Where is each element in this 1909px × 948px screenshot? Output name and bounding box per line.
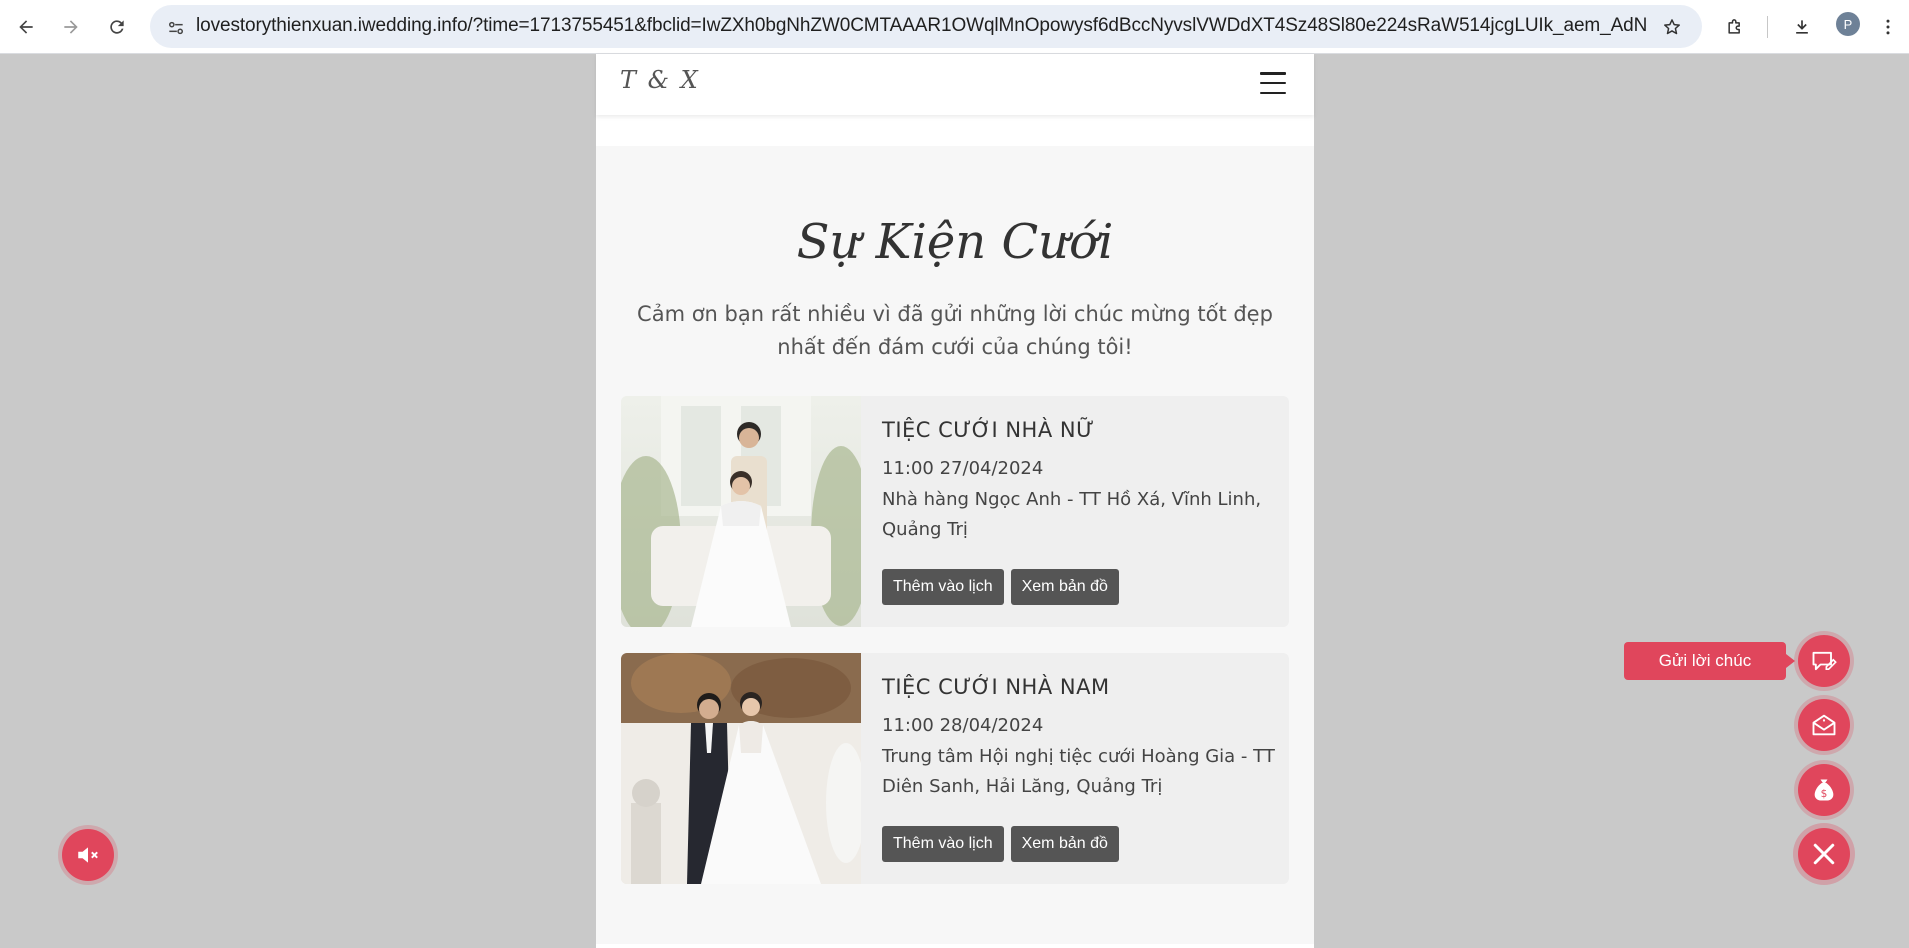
profile-avatar[interactable]: P [1836,12,1860,36]
download-icon[interactable] [1786,11,1818,43]
event-title: TIỆC CƯỚI NHÀ NAM [882,675,1110,699]
forward-icon[interactable] [55,11,87,43]
event-actions: Thêm vào lịch Xem bản đồ [882,569,1119,605]
site-header: T & X [596,54,1314,115]
svg-text:$: $ [1821,788,1828,800]
toolbar-divider [1767,16,1768,38]
envelope-open-icon [1812,714,1836,736]
event-title: TIỆC CƯỚI NHÀ NỮ [882,418,1095,442]
speaker-muted-icon [78,847,98,863]
add-to-calendar-button[interactable]: Thêm vào lịch [882,569,1004,605]
event-card: TIỆC CƯỚI NHÀ NAM 11:00 28/04/2024 Trung… [621,653,1289,884]
reload-icon[interactable] [101,11,133,43]
add-to-calendar-button[interactable]: Thêm vào lịch [882,826,1004,862]
wedding-events-section: Sự Kiện Cưới Cảm ơn bạn rất nhiều vì đã … [596,146,1314,944]
event-time: 11:00 27/04/2024 [882,458,1044,479]
event-photo [621,396,861,627]
back-icon[interactable] [10,11,42,43]
page-column: T & X Sự Kiện Cưới Cảm ơn bạn rất nhiều … [596,54,1314,948]
rsvp-envelope-button[interactable] [1798,699,1850,751]
site-logo[interactable]: T & X [620,66,700,94]
view-map-button[interactable]: Xem bản đồ [1010,826,1119,862]
event-photo [621,653,861,884]
browser-toolbar: lovestorythienxuan.iwedding.info/?time=1… [0,0,1909,54]
close-icon [1813,843,1835,865]
kebab-menu-icon[interactable] [1872,11,1904,43]
site-info-icon[interactable] [160,12,192,44]
hamburger-menu-icon[interactable] [1260,72,1286,94]
event-details: TIỆC CƯỚI NHÀ NAM 11:00 28/04/2024 Trung… [882,675,1277,802]
section-intro: Cảm ơn bạn rất nhiều vì đã gửi những lời… [637,302,1273,359]
send-wish-label[interactable]: Gửi lời chúc [1624,642,1795,680]
gift-money-button[interactable]: $ [1798,764,1850,816]
event-actions: Thêm vào lịch Xem bản đồ [882,826,1119,862]
close-menu-button[interactable] [1798,828,1850,880]
event-details: TIỆC CƯỚI NHÀ NỮ 11:00 27/04/2024 Nhà hà… [882,418,1277,545]
chat-pen-icon [1812,651,1837,671]
section-title: Sự Kiện Cưới [796,214,1114,270]
event-address: Trung tâm Hội nghị tiệc cưới Hoàng Gia -… [882,746,1275,797]
bookmark-star-icon[interactable] [1656,11,1688,43]
view-map-button[interactable]: Xem bản đồ [1010,569,1119,605]
url-text[interactable]: lovestorythienxuan.iwedding.info/?time=1… [196,15,1646,37]
event-card: TIỆC CƯỚI NHÀ NỮ 11:00 27/04/2024 Nhà hà… [621,396,1289,627]
event-address: Nhà hàng Ngọc Anh - TT Hồ Xá, Vĩnh Linh,… [882,489,1262,540]
event-time: 11:00 28/04/2024 [882,715,1044,736]
mute-audio-button[interactable] [62,829,114,881]
money-bag-icon: $ [1814,779,1834,801]
send-wish-button[interactable] [1798,635,1850,687]
extensions-icon[interactable] [1719,11,1751,43]
